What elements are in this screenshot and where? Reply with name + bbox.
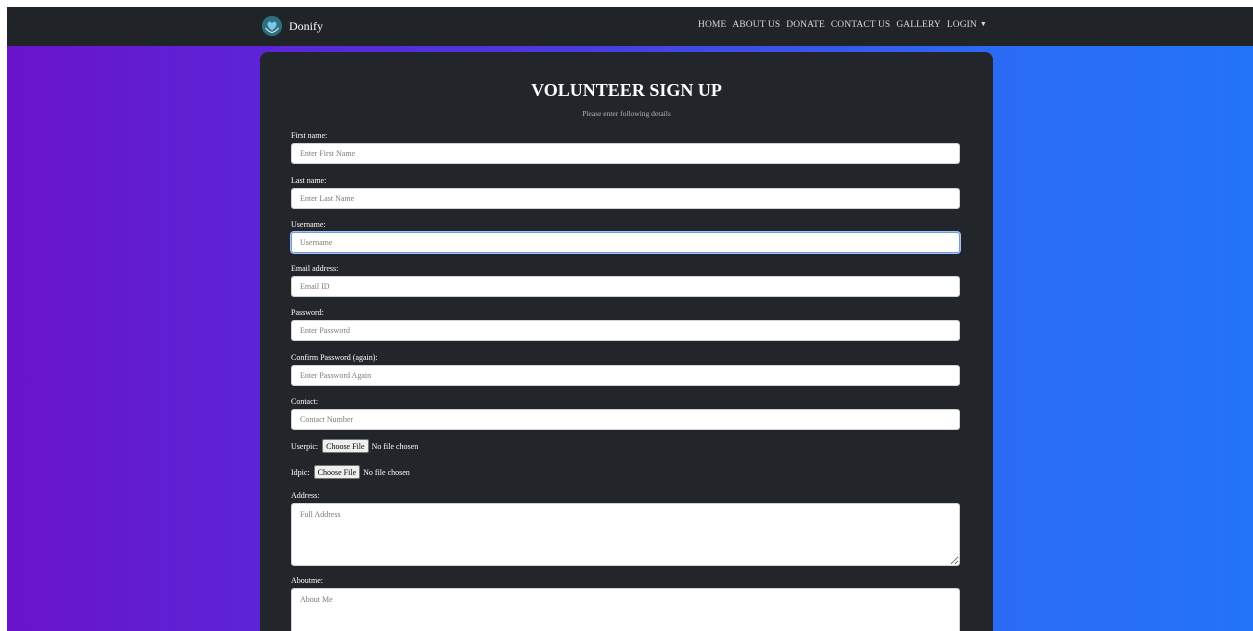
nav-donate[interactable]: DONATE: [786, 20, 825, 30]
last-name-input[interactable]: [291, 188, 960, 209]
nav-login-label: LOGIN: [946, 20, 977, 30]
email-input[interactable]: [291, 276, 960, 297]
userpic-file-status: No file chosen: [371, 441, 419, 451]
userpic-label: Userpic:: [291, 441, 319, 451]
brand[interactable]: Donify: [261, 14, 323, 38]
aboutme-textarea[interactable]: [291, 588, 960, 631]
address-label: Address:: [291, 491, 320, 500]
userpic-choose-file-button[interactable]: Choose File: [322, 439, 369, 453]
idpic-choose-file-button[interactable]: Choose File: [313, 465, 361, 479]
userpic-field: Userpic: Choose File No file chosen: [291, 439, 418, 453]
first-name-input[interactable]: [291, 143, 960, 164]
idpic-file-status: No file chosen: [363, 467, 410, 477]
username-label: Username:: [291, 220, 326, 229]
last-name-label: Last name:: [291, 176, 327, 185]
nav-home[interactable]: HOME: [698, 20, 726, 30]
caret-down-icon: ▼: [979, 20, 987, 28]
idpic-label: Idpic:: [291, 467, 310, 477]
first-name-label: First name:: [291, 131, 328, 140]
nav-login-dropdown[interactable]: LOGIN ▼: [947, 20, 987, 30]
confirm-password-label: Confirm Password (again):: [291, 353, 378, 362]
page-title: VOLUNTEER SIGN UP: [531, 80, 722, 100]
nav-contact-us[interactable]: CONTACT US: [831, 20, 890, 30]
confirm-password-input[interactable]: [291, 365, 960, 386]
password-label: Password:: [291, 308, 324, 317]
address-textarea[interactable]: [291, 503, 960, 566]
email-label: Email address:: [291, 264, 339, 273]
contact-label: Contact:: [291, 397, 319, 406]
signup-card: VOLUNTEER SIGN UP Please enter following…: [260, 52, 993, 631]
page-background: Donify HOME ABOUT US DONATE CONTACT US G…: [7, 7, 1253, 631]
nav-links: HOME ABOUT US DONATE CONTACT US GALLERY …: [698, 20, 987, 30]
donify-logo-icon: [261, 15, 283, 37]
contact-input[interactable]: [291, 409, 960, 430]
idpic-field: Idpic: Choose File No file chosen: [291, 465, 410, 479]
username-input[interactable]: [291, 232, 960, 253]
aboutme-label: Aboutme:: [291, 576, 323, 585]
nav-about-us[interactable]: ABOUT US: [732, 20, 780, 30]
brand-name: Donify: [289, 18, 323, 33]
nav-gallery[interactable]: GALLERY: [896, 20, 941, 30]
password-input[interactable]: [291, 320, 960, 341]
page-subtitle: Please enter following details: [582, 109, 671, 118]
navbar: Donify HOME ABOUT US DONATE CONTACT US G…: [7, 7, 1253, 46]
